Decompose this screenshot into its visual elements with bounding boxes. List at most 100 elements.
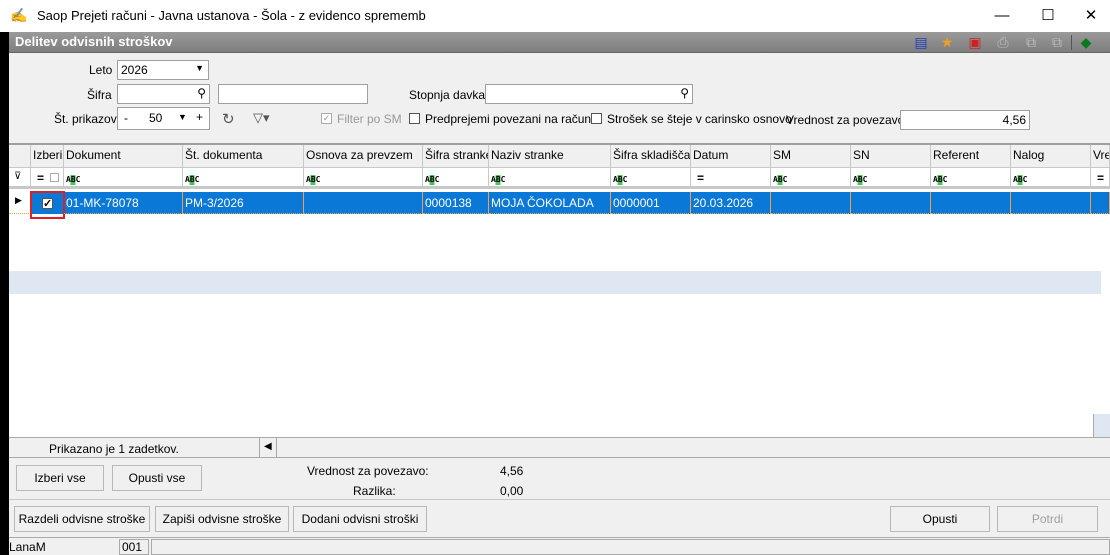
text-filter-icon: ABC	[613, 175, 628, 185]
equals-filter-icon: =	[697, 171, 705, 185]
row-indicator[interactable]: ▶	[9, 192, 31, 214]
refresh-icon[interactable]: ↻	[222, 110, 235, 128]
column-filter[interactable]: ABC	[851, 168, 931, 186]
table-row[interactable]: ▶ ✓ 01-MK-78078 PM-3/2026 0000138 MOJA ČOKOLA…	[9, 191, 1110, 219]
column-filter[interactable]: ABC	[1011, 168, 1091, 186]
equals-filter-icon: =	[1097, 171, 1105, 185]
column-header[interactable]: Naziv stranke	[489, 145, 611, 167]
column-filter[interactable]: =	[1091, 168, 1110, 186]
search-icon[interactable]: ⚲	[680, 86, 689, 100]
potrdi-button[interactable]: Potrdi	[997, 506, 1098, 532]
status-bar: LanaM 001	[9, 537, 1110, 555]
chevron-down-icon: ▼	[195, 63, 204, 73]
stopnja-label: Stopnja davka	[409, 88, 486, 102]
column-header[interactable]: Dokument	[64, 145, 183, 167]
column-filter[interactable]: ABC	[771, 168, 851, 186]
table-cell: PM-3/2026	[183, 192, 304, 214]
predprejemi-checkbox[interactable]	[409, 113, 420, 124]
horizontal-scrollbar[interactable]: ◀	[259, 438, 1109, 457]
razdeli-button[interactable]: Razdeli odvisne stroške	[14, 506, 150, 532]
text-filter-icon: ABC	[853, 175, 868, 185]
sifra-name-input[interactable]	[218, 84, 368, 104]
column-filter[interactable]: ABC	[931, 168, 1011, 186]
status-user: LanaM	[9, 540, 46, 554]
zapisi-button[interactable]: Zapiši odvisne stroške	[155, 506, 289, 532]
text-filter-icon: ABC	[306, 175, 321, 185]
column-filter[interactable]: ABC	[489, 168, 611, 186]
table-cell	[931, 192, 1011, 214]
table-cell	[1091, 192, 1110, 214]
text-filter-icon: ABC	[491, 175, 506, 185]
column-filter[interactable]: ABC	[611, 168, 691, 186]
text-filter-icon: ABC	[425, 175, 440, 185]
sifra-input[interactable]: ⚲	[117, 84, 210, 104]
maximize-button[interactable]: ☐	[1025, 4, 1071, 28]
equals-filter-icon: =	[37, 171, 45, 185]
strosek-checkbox[interactable]	[591, 113, 602, 124]
column-header[interactable]: SN	[851, 145, 931, 167]
print-icon[interactable]: ⎙	[994, 34, 1012, 51]
izberi-checkbox[interactable]: ✓	[42, 198, 53, 210]
text-filter-icon: ABC	[66, 175, 81, 185]
help-book-icon[interactable]: ◆	[1077, 34, 1095, 51]
column-filter[interactable]: ABC	[423, 168, 489, 186]
grid-status-row: Prikazano je 1 zadetkov. ◀	[9, 437, 1110, 458]
search-icon[interactable]: ⚲	[197, 86, 206, 100]
decrement-button[interactable]: -	[124, 111, 128, 125]
column-header[interactable]: Datum	[691, 145, 771, 167]
dodani-button[interactable]: Dodani odvisni stroški	[293, 506, 427, 532]
predprejemi-label: Predprejemi povezani na račun	[425, 112, 592, 126]
form-header: Delitev odvisnih stroškov ▤ ★ ▣ ⎙ ⧉ ⧉ ◆	[9, 32, 1110, 53]
column-header[interactable]: Izberi	[31, 145, 64, 167]
column-header[interactable]: Referent	[931, 145, 1011, 167]
column-filter[interactable]: =	[691, 168, 771, 186]
column-filter[interactable]: ABC	[183, 168, 304, 186]
column-header[interactable]: Osnova za prevzem	[304, 145, 423, 167]
st-prikazov-value: 50	[149, 111, 163, 125]
copy-icon[interactable]: ⧉	[1022, 34, 1040, 51]
minimize-button[interactable]: —	[979, 4, 1025, 28]
stopnja-input[interactable]: ⚲	[485, 84, 693, 104]
filter-sm-checkbox[interactable]: ✓	[321, 113, 332, 124]
increment-button[interactable]: +	[196, 110, 203, 124]
table-cell: 01-MK-78078	[64, 192, 183, 214]
close-button[interactable]: ✕	[1068, 4, 1110, 28]
opusti-vse-button[interactable]: Opusti vse	[112, 465, 202, 491]
filter-sm-label: Filter po SM	[337, 112, 402, 126]
window-title: Saop Prejeti računi - Javna ustanova - Š…	[37, 8, 426, 23]
text-filter-icon: ABC	[1013, 175, 1028, 185]
paste-icon[interactable]: ⧉	[1048, 34, 1066, 51]
column-header[interactable]: Šifra skladišča	[611, 145, 691, 167]
opusti-button[interactable]: Opusti	[890, 506, 990, 532]
table-cell: 0000138	[423, 192, 489, 214]
grid-filter-row: ⊽ = ABC ABC ABC ABC ABC ABC = ABC ABC ABC ABC =	[9, 168, 1110, 189]
razlika-label: Razlika:	[353, 484, 396, 498]
leto-value: 2026	[121, 63, 148, 77]
delete-layout-icon[interactable]: ▣	[966, 34, 984, 51]
table-cell	[771, 192, 851, 214]
sifra-label: Šifra	[87, 88, 112, 102]
column-filter[interactable]: ABC	[304, 168, 423, 186]
table-cell	[304, 192, 423, 214]
layout-icon[interactable]: ▤	[912, 34, 930, 51]
st-prikazov-stepper[interactable]: - 50 ▼ +	[117, 107, 210, 130]
column-filter[interactable]: =	[31, 168, 64, 186]
column-header[interactable]: SM	[771, 145, 851, 167]
izberi-vse-button[interactable]: Izberi vse	[16, 465, 104, 491]
chevron-down-icon[interactable]: ▼	[178, 112, 187, 122]
column-header[interactable]: Šifra stranke	[423, 145, 489, 167]
scroll-left-icon[interactable]: ◀	[264, 441, 272, 452]
left-border	[0, 32, 9, 555]
form-title: Delitev odvisnih stroškov	[15, 34, 173, 49]
filter-icon[interactable]: ▽▾	[253, 110, 270, 126]
column-header[interactable]: Nalog	[1011, 145, 1091, 167]
vrednost-input[interactable]: 4,56	[900, 110, 1030, 130]
filter-row-icon: ⊽	[9, 168, 31, 186]
leto-select[interactable]: 2026 ▼	[117, 60, 209, 80]
filter-checkbox[interactable]	[50, 173, 60, 182]
column-header[interactable]: Vre	[1091, 145, 1110, 167]
table-cell: MOJA ČOKOLADA	[489, 192, 611, 214]
column-filter[interactable]: ABC	[64, 168, 183, 186]
favorite-star-icon[interactable]: ★	[938, 34, 956, 51]
column-header[interactable]: Št. dokumenta	[183, 145, 304, 167]
